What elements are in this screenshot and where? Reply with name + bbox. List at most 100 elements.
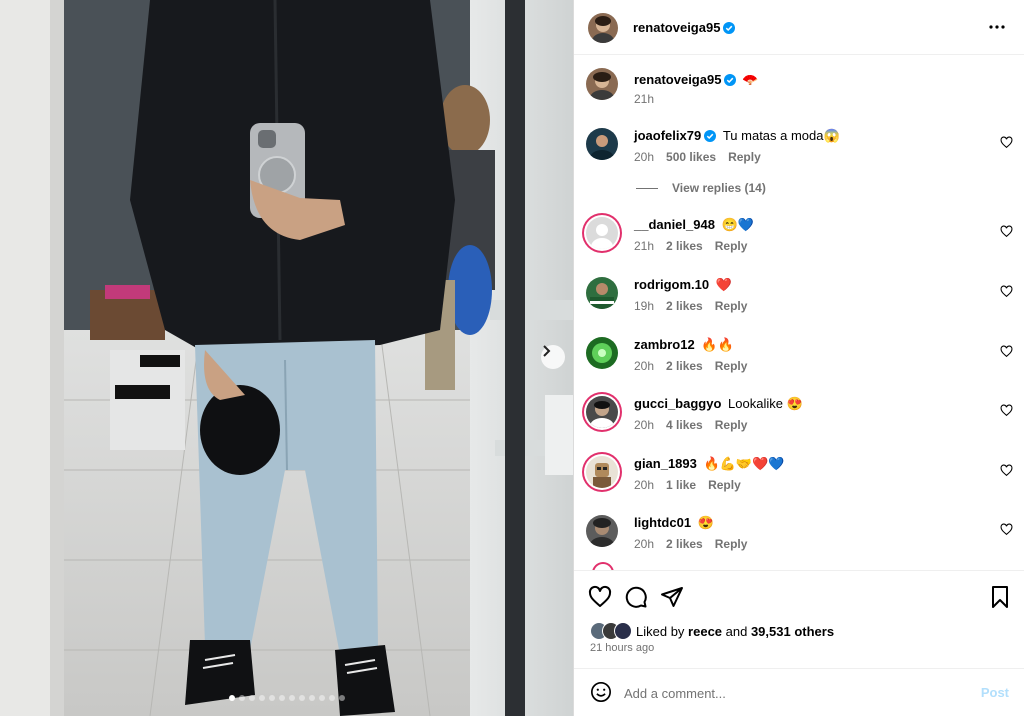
verified-badge-icon bbox=[724, 74, 737, 86]
comment-likes[interactable]: 4 likes bbox=[666, 418, 703, 432]
like-comment-heart-icon[interactable] bbox=[1000, 523, 1013, 536]
commenter-avatar[interactable] bbox=[586, 277, 618, 309]
comment-time: 20h bbox=[634, 359, 655, 373]
caption-author-avatar[interactable] bbox=[586, 68, 618, 100]
next-photo-button[interactable] bbox=[541, 345, 565, 369]
comment-time: 21h bbox=[634, 239, 655, 253]
reply-button[interactable]: Reply bbox=[715, 359, 748, 373]
comment-likes[interactable]: 2 likes bbox=[666, 537, 703, 551]
carousel-dot bbox=[268, 695, 275, 701]
liker-avatars bbox=[590, 622, 636, 640]
commenter-username[interactable]: lightdc01 bbox=[634, 515, 691, 530]
carousel-dot bbox=[238, 695, 245, 701]
post-side-panel: renatoveiga95 renatoveiga95 🪭 21h joaofe… bbox=[573, 0, 1024, 716]
mirror-selfie-image bbox=[0, 0, 573, 716]
view-replies-button[interactable]: View replies (14) bbox=[636, 181, 766, 195]
carousel-dot bbox=[328, 695, 335, 701]
liked-by-middle: and bbox=[722, 623, 751, 639]
commenter-username[interactable]: __daniel_948 bbox=[634, 217, 715, 232]
commenter-avatar[interactable] bbox=[586, 337, 618, 369]
reply-button[interactable]: Reply bbox=[715, 537, 748, 551]
chevron-right-icon bbox=[543, 345, 551, 357]
carousel-dot bbox=[278, 695, 285, 701]
comment-time: 20h bbox=[634, 537, 655, 551]
post-caption: renatoveiga95 🪭 21h bbox=[574, 68, 1024, 118]
liked-by-prefix: Liked by bbox=[636, 623, 689, 639]
comment-text: Tu matas a moda😱 bbox=[722, 128, 840, 143]
comment-likes[interactable]: 2 likes bbox=[666, 299, 703, 313]
replies-divider bbox=[636, 187, 658, 189]
like-comment-heart-icon[interactable] bbox=[1000, 404, 1013, 417]
commenter-username[interactable]: gucci_baggyo bbox=[634, 396, 721, 411]
view-replies-label: View replies (14) bbox=[672, 181, 766, 195]
carousel-dot bbox=[308, 695, 315, 701]
like-comment-heart-icon[interactable] bbox=[1000, 345, 1013, 358]
save-bookmark-icon[interactable] bbox=[988, 585, 1012, 609]
comment-input[interactable] bbox=[624, 683, 964, 703]
carousel-indicator bbox=[0, 695, 573, 701]
more-options-icon[interactable] bbox=[987, 17, 1007, 37]
comment-text: 🔥💪🤝❤️💙 bbox=[703, 456, 785, 471]
carousel-dot bbox=[248, 695, 255, 701]
commenter-username[interactable]: zambro12 bbox=[634, 337, 695, 352]
comment-text: ❤️ bbox=[715, 277, 732, 292]
carousel-dot bbox=[338, 695, 345, 701]
emoji-picker-icon[interactable] bbox=[590, 681, 612, 703]
comments-list[interactable]: renatoveiga95 🪭 21h joaofelix79 Tu matas… bbox=[574, 56, 1024, 570]
carousel-dot bbox=[228, 695, 235, 701]
comment-bubble-icon[interactable] bbox=[624, 585, 648, 609]
comment-text: Lookalike 😍 bbox=[728, 396, 803, 411]
carousel-dot bbox=[318, 695, 325, 701]
comment-item: zambro12 🔥🔥 20h 2 likes Reply bbox=[574, 337, 1024, 377]
comment-likes[interactable]: 2 likes bbox=[666, 359, 703, 373]
comment-item: gucci_baggyo Lookalike 😍 20h 4 likes Rep… bbox=[574, 396, 1024, 436]
like-comment-heart-icon[interactable] bbox=[1000, 285, 1013, 298]
post-actions: Liked by reece and 39,531 others 21 hour… bbox=[574, 570, 1024, 668]
comment-item: lightdc01 😍 20h 2 likes Reply bbox=[574, 515, 1024, 555]
commenter-username[interactable]: gian_1893 bbox=[634, 456, 697, 471]
commenter-avatar[interactable] bbox=[586, 217, 618, 249]
comment-item: joaofelix79 Tu matas a moda😱 20h 500 lik… bbox=[574, 128, 1024, 168]
commenter-avatar[interactable] bbox=[586, 515, 618, 547]
post-photo[interactable] bbox=[0, 0, 573, 716]
liked-by-user[interactable]: reece bbox=[688, 624, 722, 639]
likes-count[interactable]: 39,531 others bbox=[751, 624, 834, 639]
comment-time: 20h bbox=[634, 478, 655, 492]
post-header: renatoveiga95 bbox=[574, 0, 1024, 55]
commenter-username[interactable]: joaofelix79 bbox=[634, 128, 701, 143]
caption-username[interactable]: renatoveiga95 bbox=[634, 72, 721, 87]
reply-button[interactable]: Reply bbox=[728, 150, 761, 164]
caption-time: 21h bbox=[634, 92, 655, 106]
like-comment-heart-icon[interactable] bbox=[1000, 225, 1013, 238]
comment-likes[interactable]: 500 likes bbox=[666, 150, 716, 164]
reply-button[interactable]: Reply bbox=[715, 418, 748, 432]
carousel-dot bbox=[298, 695, 305, 701]
reply-button[interactable]: Reply bbox=[715, 299, 748, 313]
like-comment-heart-icon[interactable] bbox=[1000, 464, 1013, 477]
reply-button[interactable]: Reply bbox=[715, 239, 748, 253]
commenter-username[interactable]: rodrigom.10 bbox=[634, 277, 709, 292]
comment-item: __daniel_948 😁💙 21h 2 likes Reply bbox=[574, 217, 1024, 257]
author-avatar[interactable] bbox=[588, 13, 618, 43]
comment-likes[interactable]: 1 like bbox=[666, 478, 696, 492]
author-username[interactable]: renatoveiga95 bbox=[633, 20, 720, 35]
likes-summary[interactable]: Liked by reece and 39,531 others bbox=[590, 622, 834, 640]
reply-button[interactable]: Reply bbox=[708, 478, 741, 492]
post-timestamp[interactable]: 21 hours ago bbox=[590, 642, 654, 654]
like-comment-heart-icon[interactable] bbox=[1000, 136, 1013, 149]
add-comment-bar: Post bbox=[574, 668, 1024, 716]
comment-text: 🔥🔥 bbox=[701, 337, 734, 352]
share-send-icon[interactable] bbox=[660, 585, 684, 609]
post-comment-button[interactable]: Post bbox=[981, 685, 1009, 700]
comment-item: rodrigom.10 ❤️ 19h 2 likes Reply bbox=[574, 277, 1024, 317]
comment-text: 😁💙 bbox=[721, 217, 754, 232]
comment-item: gian_1893 🔥💪🤝❤️💙 20h 1 like Reply bbox=[574, 456, 1024, 496]
comment-time: 19h bbox=[634, 299, 655, 313]
commenter-avatar[interactable] bbox=[586, 456, 618, 488]
like-heart-icon[interactable] bbox=[588, 585, 612, 609]
commenter-avatar[interactable] bbox=[586, 128, 618, 160]
verified-badge-icon bbox=[723, 22, 736, 34]
comment-likes[interactable]: 2 likes bbox=[666, 239, 703, 253]
commenter-avatar[interactable] bbox=[586, 396, 618, 428]
carousel-dot bbox=[258, 695, 265, 701]
